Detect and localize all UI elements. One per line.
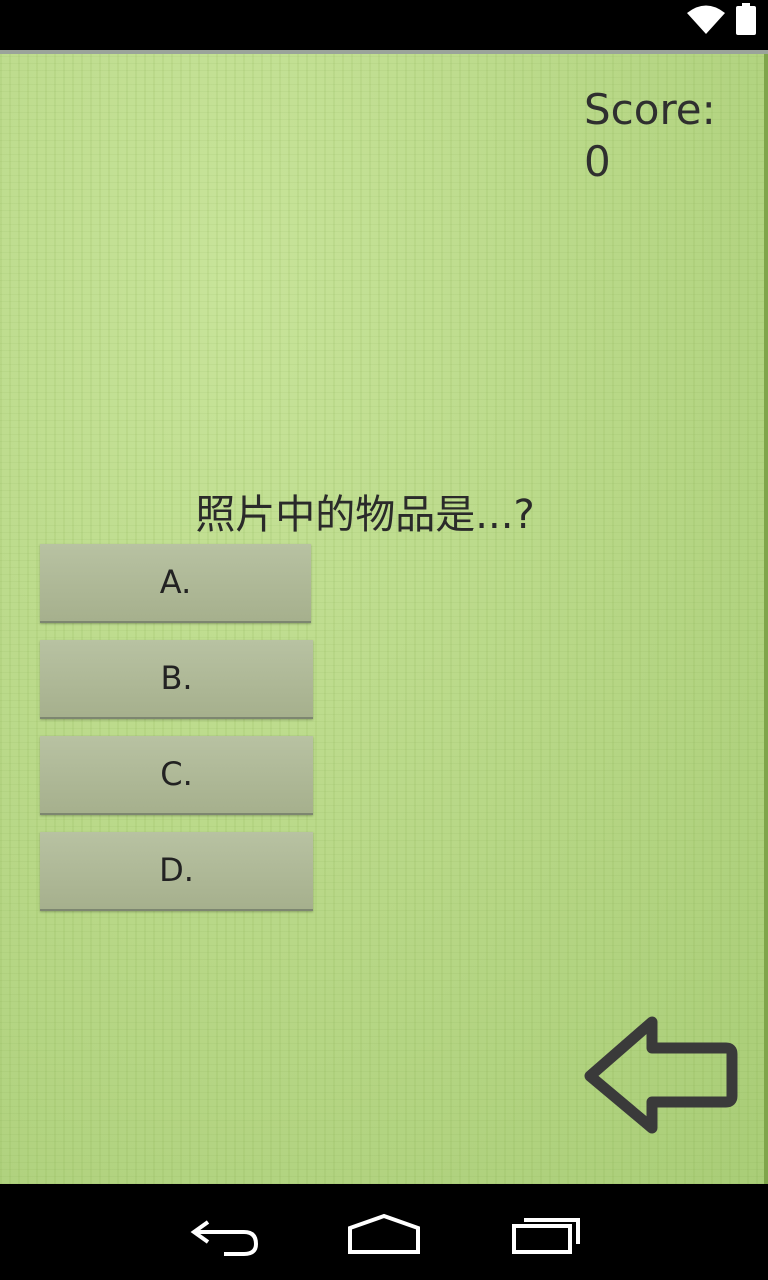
option-d-button[interactable]: D. [40,832,313,911]
nav-back-icon[interactable] [186,1208,266,1258]
nav-home-icon[interactable] [344,1208,424,1258]
question-text: 照片中的物品是...? [195,492,535,538]
screen-edge [764,54,768,1184]
wifi-icon [687,5,725,34]
score-value: 0 [584,137,611,186]
option-c-button[interactable]: C. [40,736,313,815]
score-display: Score: 0 [584,84,754,188]
option-a-button[interactable]: A. [40,544,311,623]
back-arrow-icon[interactable] [580,1014,740,1134]
status-bar [0,0,768,54]
battery-icon [736,3,756,35]
navigation-bar [0,1184,768,1280]
score-label: Score: [584,85,716,134]
quiz-screen: Score: 0 照片中的物品是...? A. B. C. D. [0,54,768,1184]
option-b-button[interactable]: B. [40,640,313,719]
nav-recents-icon[interactable] [506,1208,586,1258]
